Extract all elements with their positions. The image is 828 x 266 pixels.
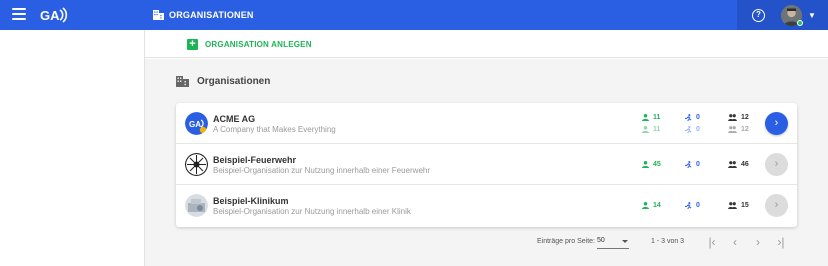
person-icon (642, 114, 649, 121)
user-count: 45 (642, 161, 661, 168)
group-count: 46 (728, 161, 749, 168)
runner-count: 0 (685, 114, 700, 121)
menu-icon[interactable] (12, 8, 26, 21)
organisation-row[interactable]: Beispiel-Klinikum Beispiel-Organisation … (176, 185, 797, 226)
group-count-secondary: 12 (728, 126, 749, 133)
runner-count-secondary: 0 (685, 126, 700, 133)
organisation-logo (185, 194, 208, 217)
online-status-dot (797, 20, 803, 26)
group-icon (728, 114, 737, 121)
chevron-right-icon: › (774, 117, 779, 129)
runner-count: 0 (685, 161, 700, 168)
group-icon (728, 161, 737, 168)
organisation-logo (185, 153, 208, 176)
open-organisation-button[interactable]: › (765, 112, 788, 135)
organisation-logo: GA (185, 112, 208, 135)
user-count: 14 (642, 202, 661, 209)
chevron-down-icon[interactable]: ▼ (808, 11, 816, 20)
logo-text: GA (40, 8, 60, 23)
organisation-row[interactable]: GA ACME AG A Company that Makes Everythi… (176, 103, 797, 144)
first-page-icon[interactable]: |‹ (704, 234, 720, 250)
group-icon (728, 126, 737, 133)
previous-page-icon[interactable]: ‹ (727, 234, 743, 250)
create-organisation-label: ORGANISATION ANLEGEN (205, 40, 312, 49)
runner-icon (685, 202, 692, 209)
per-page-select[interactable]: 50 (597, 237, 629, 249)
runner-icon (685, 161, 692, 168)
open-organisation-button[interactable]: › (765, 194, 788, 217)
organisation-name: Beispiel-Feuerwehr (213, 155, 297, 165)
page-title: ORGANISATIONEN (169, 10, 254, 20)
organisation-name: Beispiel-Klinikum (213, 196, 289, 206)
page-range: 1 - 3 von 3 (651, 238, 685, 245)
organisation-list: GA ACME AG A Company that Makes Everythi… (176, 103, 797, 227)
chevron-right-icon: › (774, 158, 779, 170)
chevron-right-icon: › (774, 199, 779, 211)
svg-text:GA: GA (189, 120, 201, 129)
runner-icon (685, 126, 692, 133)
group-count: 15 (728, 202, 749, 209)
last-page-icon[interactable]: ›| (773, 234, 789, 250)
group-icon (728, 202, 737, 209)
runner-count: 0 (685, 202, 700, 209)
group-count: 12 (728, 114, 749, 121)
person-icon (642, 161, 649, 168)
top-app-bar (0, 0, 828, 30)
organisation-description: Beispiel-Organisation zur Nutzung innerh… (213, 166, 431, 175)
building-icon (176, 76, 189, 87)
section-title: Organisationen (197, 76, 271, 87)
next-page-icon[interactable]: › (750, 234, 766, 250)
user-count: 11 (642, 114, 660, 121)
organisation-name: ACME AG (213, 114, 256, 124)
person-icon (642, 202, 649, 209)
ga-logo[interactable]: GA (40, 6, 68, 24)
user-count-secondary: 11 (642, 126, 660, 133)
per-page-label: Einträge pro Seite: (537, 238, 595, 245)
plus-icon: + (187, 39, 198, 50)
building-icon (153, 10, 164, 20)
runner-icon (685, 114, 692, 121)
open-organisation-button[interactable]: › (765, 153, 788, 176)
person-icon (642, 126, 649, 133)
dropdown-caret-icon (622, 240, 628, 243)
organisation-description: A Company that Makes Everything (213, 125, 336, 134)
organisation-row[interactable]: Beispiel-Feuerwehr Beispiel-Organisation… (176, 144, 797, 185)
create-organisation-button[interactable]: + ORGANISATION ANLEGEN (187, 38, 312, 51)
organisation-description: Beispiel-Organisation zur Nutzung innerh… (213, 207, 411, 216)
help-circle-icon[interactable]: ? (752, 9, 765, 22)
per-page-value: 50 (597, 237, 605, 244)
